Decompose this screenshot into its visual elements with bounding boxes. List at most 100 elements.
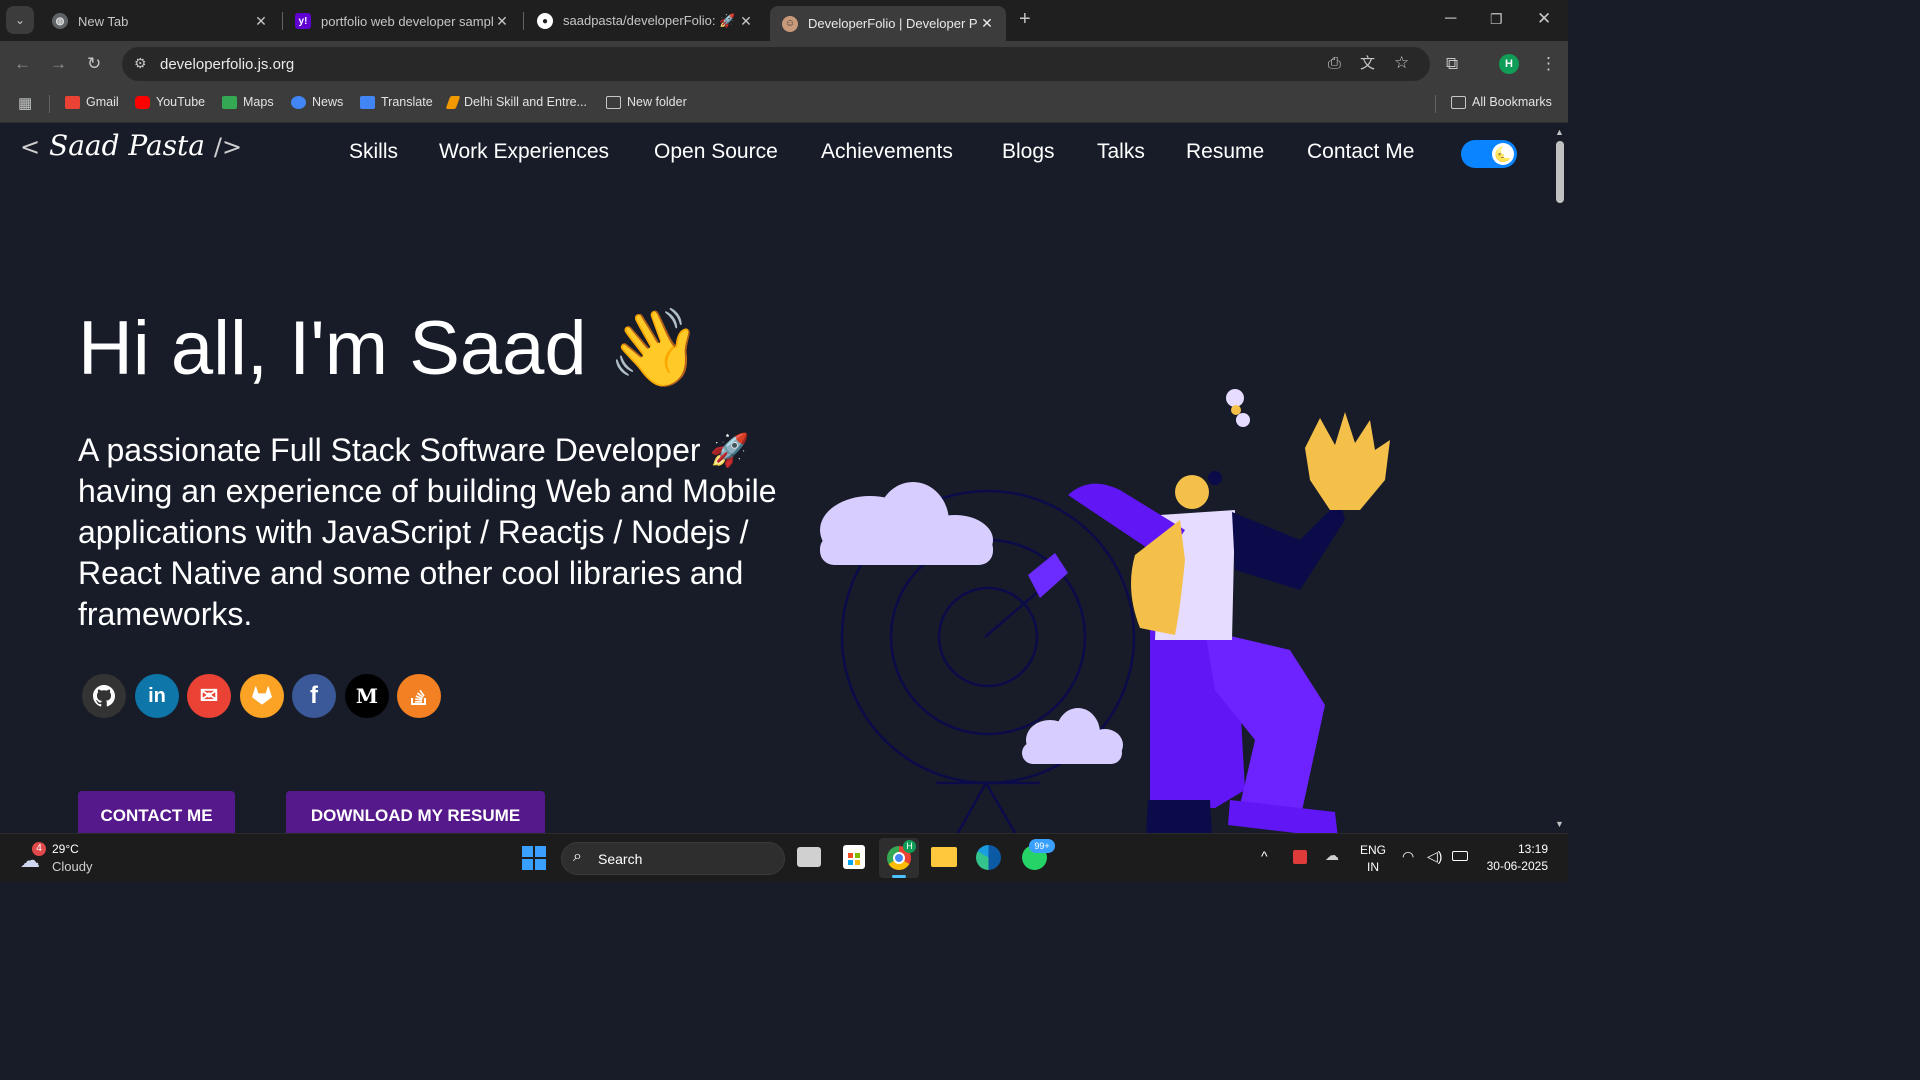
bookmark-label: New folder — [627, 95, 687, 109]
bookmark-label: Maps — [243, 95, 274, 109]
bookmark-translate[interactable]: Translate — [360, 95, 433, 109]
stack-overflow-icon[interactable] — [397, 674, 441, 718]
tab-github[interactable]: ● saadpasta/developerFolio: 🚀 S ✕ — [525, 6, 765, 36]
forward-icon[interactable]: → — [50, 55, 67, 72]
profile-avatar[interactable]: H — [1499, 54, 1519, 74]
url-text[interactable]: developerfolio.js.org — [160, 56, 294, 73]
language-indicator[interactable]: ENG IN — [1360, 843, 1386, 874]
close-window-icon[interactable]: ✕ — [1537, 10, 1551, 27]
whatsapp-icon[interactable]: 99+ — [1022, 839, 1055, 870]
theme-toggle[interactable]: 🌜 — [1461, 140, 1517, 168]
translate-icon[interactable]: 文 — [1360, 55, 1375, 72]
tab-title: DeveloperFolio | Developer Port — [808, 16, 978, 31]
avatar-favicon-icon: ☺ — [782, 15, 798, 32]
hero-description: A passionate Full Stack Software Develop… — [78, 432, 777, 632]
task-view-icon[interactable] — [797, 847, 821, 867]
facebook-icon[interactable]: f — [292, 674, 336, 718]
bookmark-gmail[interactable]: Gmail — [65, 95, 119, 109]
reload-icon[interactable]: ↻ — [87, 55, 101, 72]
nav-contact-me[interactable]: Contact Me — [1307, 140, 1414, 164]
github-icon[interactable] — [82, 674, 126, 718]
minimize-icon[interactable]: ─ — [1445, 10, 1456, 27]
battery-icon[interactable] — [1452, 851, 1468, 861]
tab-new-tab[interactable]: ◍ New Tab ✕ — [40, 6, 280, 36]
nav-skills[interactable]: Skills — [349, 140, 398, 164]
divider — [1435, 95, 1436, 113]
scrollbar-thumb[interactable] — [1556, 141, 1564, 203]
address-bar[interactable]: ⚙ developerfolio.js.org ⎙ 文 ☆ — [122, 47, 1430, 81]
yahoo-icon: y! — [295, 13, 311, 29]
close-tab-icon[interactable]: ✕ — [493, 13, 511, 30]
store-icon[interactable] — [843, 845, 865, 869]
weather-badge: 4 — [32, 842, 46, 856]
tab-portfolio-search[interactable]: y! portfolio web developer sample ✕ — [283, 6, 521, 36]
chrome-icon[interactable]: H — [879, 838, 919, 878]
back-icon[interactable]: ← — [14, 55, 31, 72]
all-bookmarks[interactable]: All Bookmarks — [1451, 95, 1552, 109]
tray-app-icon[interactable] — [1293, 850, 1307, 864]
edge-icon[interactable] — [976, 845, 1001, 870]
bookmark-new-folder[interactable]: New folder — [606, 95, 687, 109]
bookmark-label: Translate — [381, 95, 433, 109]
taskbar-search[interactable]: ⌕ Search — [561, 842, 785, 875]
new-tab-button[interactable]: + — [1019, 9, 1031, 29]
menu-kebab-icon[interactable]: ⋮ — [1540, 55, 1557, 72]
clock[interactable]: 13:19 30-06-2025 — [1486, 842, 1548, 873]
onedrive-off-icon[interactable]: ☁ — [1325, 847, 1339, 864]
logo-name: Saad Pasta — [49, 129, 205, 162]
close-tab-icon[interactable]: ✕ — [737, 13, 755, 30]
bookmark-youtube[interactable]: YouTube — [135, 95, 205, 109]
bookmark-maps[interactable]: Maps — [222, 95, 274, 109]
nav-resume[interactable]: Resume — [1186, 140, 1264, 164]
close-tab-icon[interactable]: ✕ — [252, 13, 270, 30]
linkedin-icon[interactable]: in — [135, 674, 179, 718]
gitlab-icon[interactable] — [240, 674, 284, 718]
tab-search-button[interactable]: ⌄ — [6, 6, 34, 34]
wifi-icon[interactable]: ◠ — [1402, 848, 1414, 865]
extensions-icon[interactable]: ⧉ — [1446, 55, 1458, 72]
browser-toolbar: ← → ↻ ⚙ developerfolio.js.org ⎙ 文 ☆ ⧉ H … — [0, 41, 1568, 87]
divider — [49, 95, 50, 113]
nav-open-source[interactable]: Open Source — [654, 140, 778, 164]
weather-widget[interactable]: ☁ 4 29°C Cloudy — [18, 842, 108, 876]
download-resume-button[interactable]: DOWNLOAD MY RESUME — [286, 791, 545, 833]
nav-work-experiences[interactable]: Work Experiences — [439, 140, 609, 164]
tab-title: saadpasta/developerFolio: 🚀 S — [563, 13, 737, 28]
news-icon — [291, 95, 306, 109]
medium-icon[interactable]: M — [345, 674, 389, 718]
volume-icon[interactable]: ◁) — [1427, 848, 1442, 865]
language-code: ENG — [1360, 843, 1387, 857]
clock-time: 13:19 — [1517, 842, 1548, 856]
contact-me-button[interactable]: CONTACT ME — [78, 791, 235, 833]
install-app-icon[interactable]: ⎙ — [1328, 55, 1341, 72]
file-explorer-icon[interactable] — [931, 847, 957, 867]
bookmark-star-icon[interactable]: ☆ — [1394, 54, 1409, 71]
globe-icon: ◍ — [52, 13, 68, 29]
nav-achievements[interactable]: Achievements — [821, 140, 953, 164]
tab-developerfolio[interactable]: ☺ DeveloperFolio | Developer Port ✕ — [770, 6, 1006, 41]
site-logo[interactable]: < Saad Pasta /> — [20, 129, 242, 162]
nav-talks[interactable]: Talks — [1097, 140, 1145, 164]
page-scrollbar[interactable]: ▲ ▼ — [1552, 123, 1568, 833]
scroll-up-icon[interactable]: ▲ — [1555, 127, 1564, 137]
search-placeholder: Search — [598, 851, 643, 867]
gmail-icon — [65, 95, 80, 109]
email-icon[interactable]: ✉ — [187, 674, 231, 718]
bookmark-delhi-skill[interactable]: Delhi Skill and Entre... — [445, 95, 587, 109]
start-windows-icon[interactable] — [522, 846, 546, 870]
hero-greeting: Hi all, I'm Saad 👋 — [78, 306, 703, 391]
tab-title: New Tab — [78, 13, 129, 29]
maps-icon — [222, 95, 237, 109]
bookmark-news[interactable]: News — [291, 95, 343, 109]
chevron-up-icon[interactable]: ^ — [1261, 848, 1268, 864]
restore-icon[interactable]: ❐ — [1490, 11, 1503, 28]
nav-blogs[interactable]: Blogs — [1002, 140, 1055, 164]
web-page: < Saad Pasta /> Skills Work Experiences … — [0, 123, 1552, 833]
apps-grid-icon[interactable]: ▦ — [18, 95, 32, 112]
bookmark-label: Delhi Skill and Entre... — [464, 95, 587, 109]
scroll-down-icon[interactable]: ▼ — [1555, 819, 1564, 829]
logo-bracket-open: < — [20, 133, 41, 161]
site-info-icon[interactable]: ⚙ — [134, 55, 147, 72]
close-tab-icon[interactable]: ✕ — [978, 15, 996, 32]
tab-title: portfolio web developer sample — [321, 13, 493, 29]
